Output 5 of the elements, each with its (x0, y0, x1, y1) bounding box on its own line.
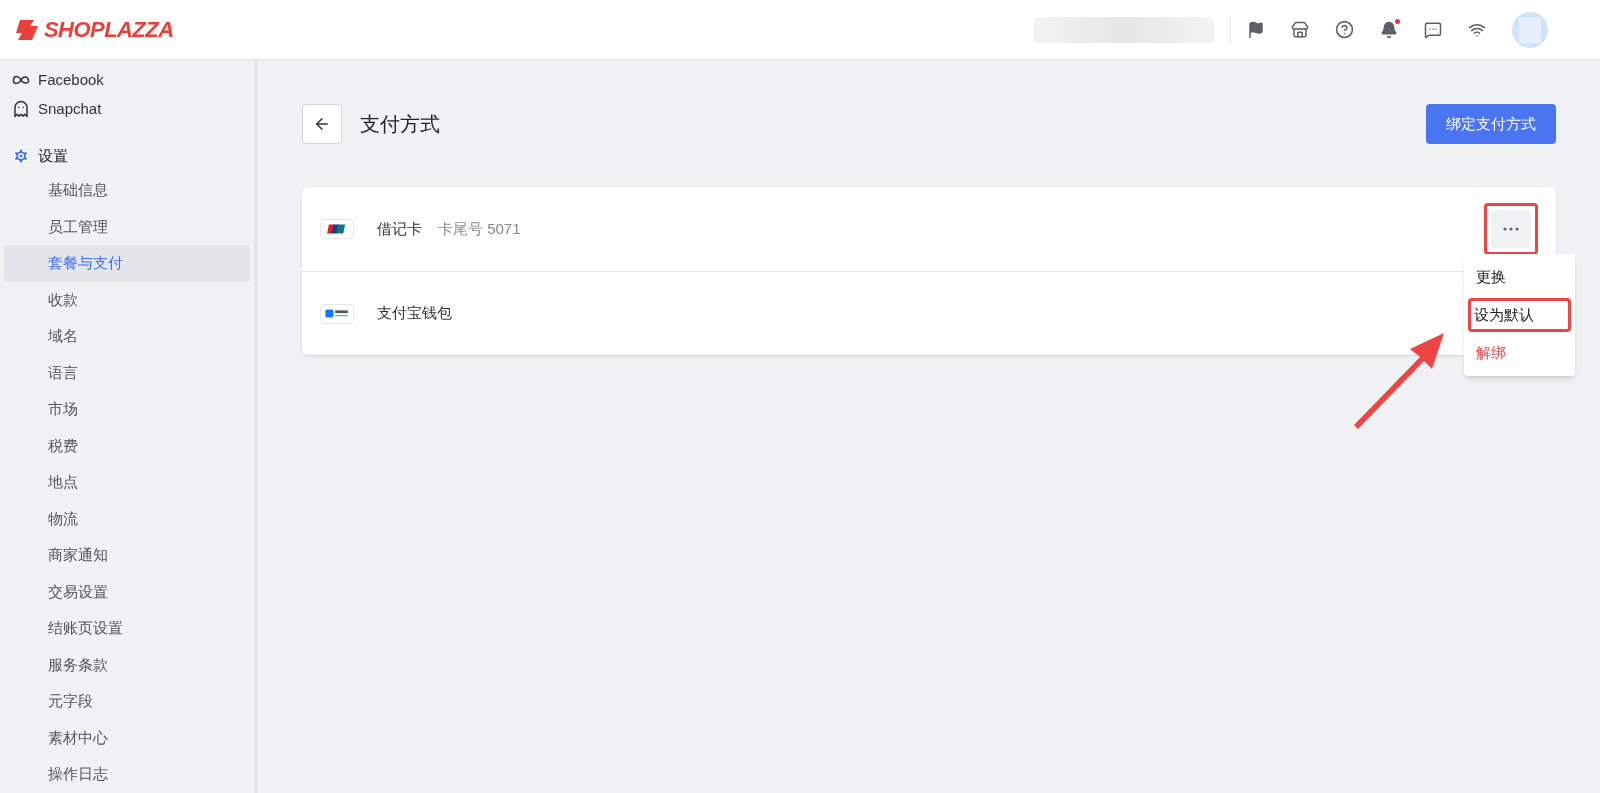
method-name: 借记卡 (377, 218, 422, 239)
logo-text: SHOPLAZZA (44, 16, 174, 44)
method-name: 支付宝钱包 (377, 303, 452, 324)
page-title: 支付方式 (360, 112, 440, 137)
card-number: 卡尾号 5071 (438, 218, 521, 239)
